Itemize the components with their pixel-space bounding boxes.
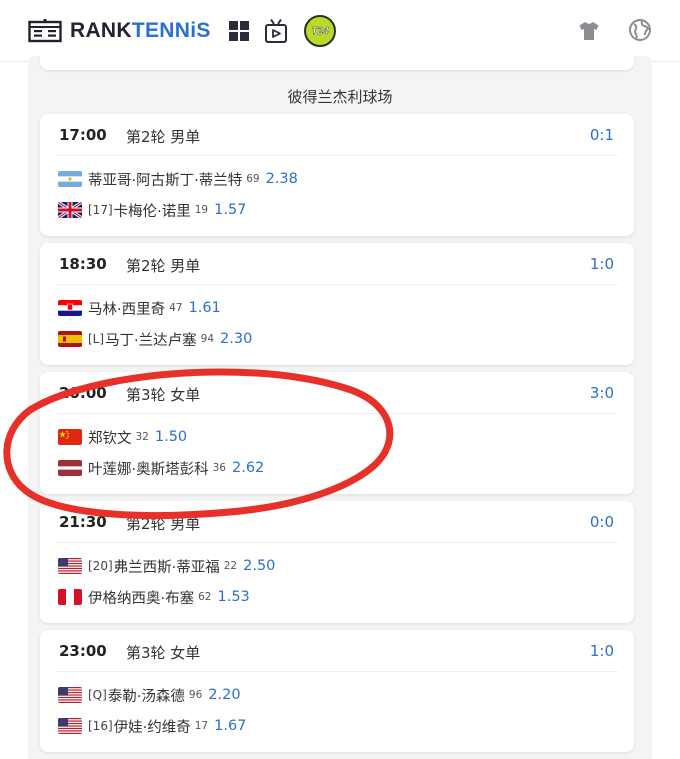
usa-flag-icon [58,558,82,574]
player-name: 泰勒·汤森德 [107,688,185,705]
match-score[interactable]: 3:0 [590,384,614,402]
match-round: 第3轮 女单 [126,644,201,662]
player-row[interactable]: [Q] 泰勒·汤森德 96 2.20 [58,684,241,706]
player-rank: 22 [223,560,238,572]
player-name: 卡梅伦·诺里 [113,203,191,220]
t24-label: T24 [311,25,329,37]
latvia-flag-icon [58,460,82,476]
player-row[interactable]: [L] 马丁·兰达卢塞 94 2.30 [58,328,252,350]
match-round: 第2轮 男单 [126,515,201,533]
player-rank: 69 [246,173,260,185]
match-time: 20:00 [59,384,107,402]
match-round: 第2轮 男单 [126,257,201,275]
player-name: 马林·西里奇 [88,301,166,318]
spain-flag-icon [58,331,82,347]
player-name: 郑钦文 [88,430,132,447]
player-row[interactable]: 伊格纳西奥·布塞 62 1.53 [58,586,250,608]
match-score[interactable]: 1:0 [590,255,614,273]
player-seed: [17] [88,203,113,217]
player-row[interactable]: [16] 伊娃·约维奇 17 1.67 [58,715,246,737]
player-rank: 17 [194,720,209,732]
match-time: 18:30 [59,255,107,273]
player-name: 叶莲娜·奥斯塔彭科 [88,461,209,478]
player-rank: 47 [169,302,183,314]
player-row[interactable]: [20] 弗兰西斯·蒂亚福 22 2.50 [58,555,275,577]
argentina-flag-icon [58,171,82,187]
player-odds[interactable]: 1.57 [214,202,246,218]
player-odds[interactable]: 1.50 [155,429,187,445]
player-seed: [Q] [88,688,107,702]
player-odds[interactable]: 2.20 [208,687,240,703]
peru-flag-icon [58,589,82,605]
player-odds[interactable]: 1.61 [188,300,220,316]
grid-icon[interactable] [228,20,250,42]
ranktennis-logo[interactable]: RANKTENNiS [28,16,211,46]
match-card[interactable]: 18:30 第2轮 男单 1:0 马林·西里奇 47 1.61 [L] 马丁·兰… [40,243,634,365]
player-row[interactable]: 马林·西里奇 47 1.61 [58,297,221,319]
match-header: 23:00 第3轮 女单 1:0 [56,630,618,672]
globe-icon[interactable] [628,18,652,42]
player-rank: 32 [135,431,149,443]
player-rank: 96 [188,689,203,701]
player-odds[interactable]: 2.38 [266,171,298,187]
match-time: 23:00 [59,642,107,660]
player-odds[interactable]: 1.67 [214,718,246,734]
player-odds[interactable]: 2.30 [220,331,252,347]
top-header: RANKTENNiS T24 [0,0,680,62]
usa-flag-icon [58,718,82,734]
match-header: 20:00 第3轮 女单 3:0 [56,372,618,414]
shirt-icon[interactable] [578,20,600,42]
video-icon[interactable] [264,18,288,44]
match-card[interactable]: 21:30 第2轮 男单 0:0 [20] 弗兰西斯·蒂亚福 22 2.50 伊… [40,501,634,623]
player-row[interactable]: 叶莲娜·奥斯塔彭科 36 2.62 [58,457,264,479]
match-header: 17:00 第2轮 男单 0:1 [56,114,618,156]
previous-match-card[interactable] [40,56,634,70]
player-odds[interactable]: 1.53 [217,589,249,605]
match-card[interactable]: 23:00 第3轮 女单 1:0 [Q] 泰勒·汤森德 96 2.20 [16]… [40,630,634,752]
match-score[interactable]: 0:1 [590,126,614,144]
match-score[interactable]: 1:0 [590,642,614,660]
player-rank: 36 [212,462,226,474]
player-row[interactable]: 蒂亚哥·阿古斯丁·蒂兰特 69 2.38 [58,168,298,190]
player-seed: [20] [88,559,113,573]
player-seed: [16] [88,719,113,733]
player-seed: [L] [88,332,105,346]
player-odds[interactable]: 2.62 [232,460,264,476]
usa-flag-icon [58,687,82,703]
player-name: 弗兰西斯·蒂亚福 [113,559,220,576]
brand-part1: RANK [70,19,132,42]
scoreboard-icon [28,19,62,43]
match-round: 第2轮 男单 [126,128,201,146]
uk-flag-icon [58,202,82,218]
match-card[interactable]: 17:00 第2轮 男单 0:1 蒂亚哥·阿古斯丁·蒂兰特 69 2.38 [1… [40,114,634,236]
player-name: 伊格纳西奥·布塞 [88,590,195,607]
player-odds[interactable]: 2.50 [243,558,275,574]
player-row[interactable]: [17] 卡梅伦·诺里 19 1.57 [58,199,246,221]
match-card[interactable]: 20:00 第3轮 女单 3:0 郑钦文 32 1.50 叶莲娜·奥斯塔彭科 3… [40,372,634,494]
match-score[interactable]: 0:0 [590,513,614,531]
player-name: 蒂亚哥·阿古斯丁·蒂兰特 [88,172,243,189]
player-name: 马丁·兰达卢塞 [105,332,197,349]
match-header: 18:30 第2轮 男单 1:0 [56,243,618,285]
player-rank: 62 [198,591,212,603]
match-round: 第3轮 女单 [126,386,201,404]
player-name: 伊娃·约维奇 [113,719,191,736]
croatia-flag-icon [58,300,82,316]
player-row[interactable]: 郑钦文 32 1.50 [58,426,187,448]
player-rank: 94 [200,333,215,345]
match-time: 17:00 [59,126,107,144]
venue-title: 彼得兰杰利球场 [287,88,393,106]
match-time: 21:30 [59,513,107,531]
match-header: 21:30 第2轮 男单 0:0 [56,501,618,543]
china-flag-icon [58,429,82,445]
tennis24-icon[interactable]: T24 [304,15,336,47]
brand-part2: TENNiS [131,19,211,42]
player-rank: 19 [194,204,209,216]
